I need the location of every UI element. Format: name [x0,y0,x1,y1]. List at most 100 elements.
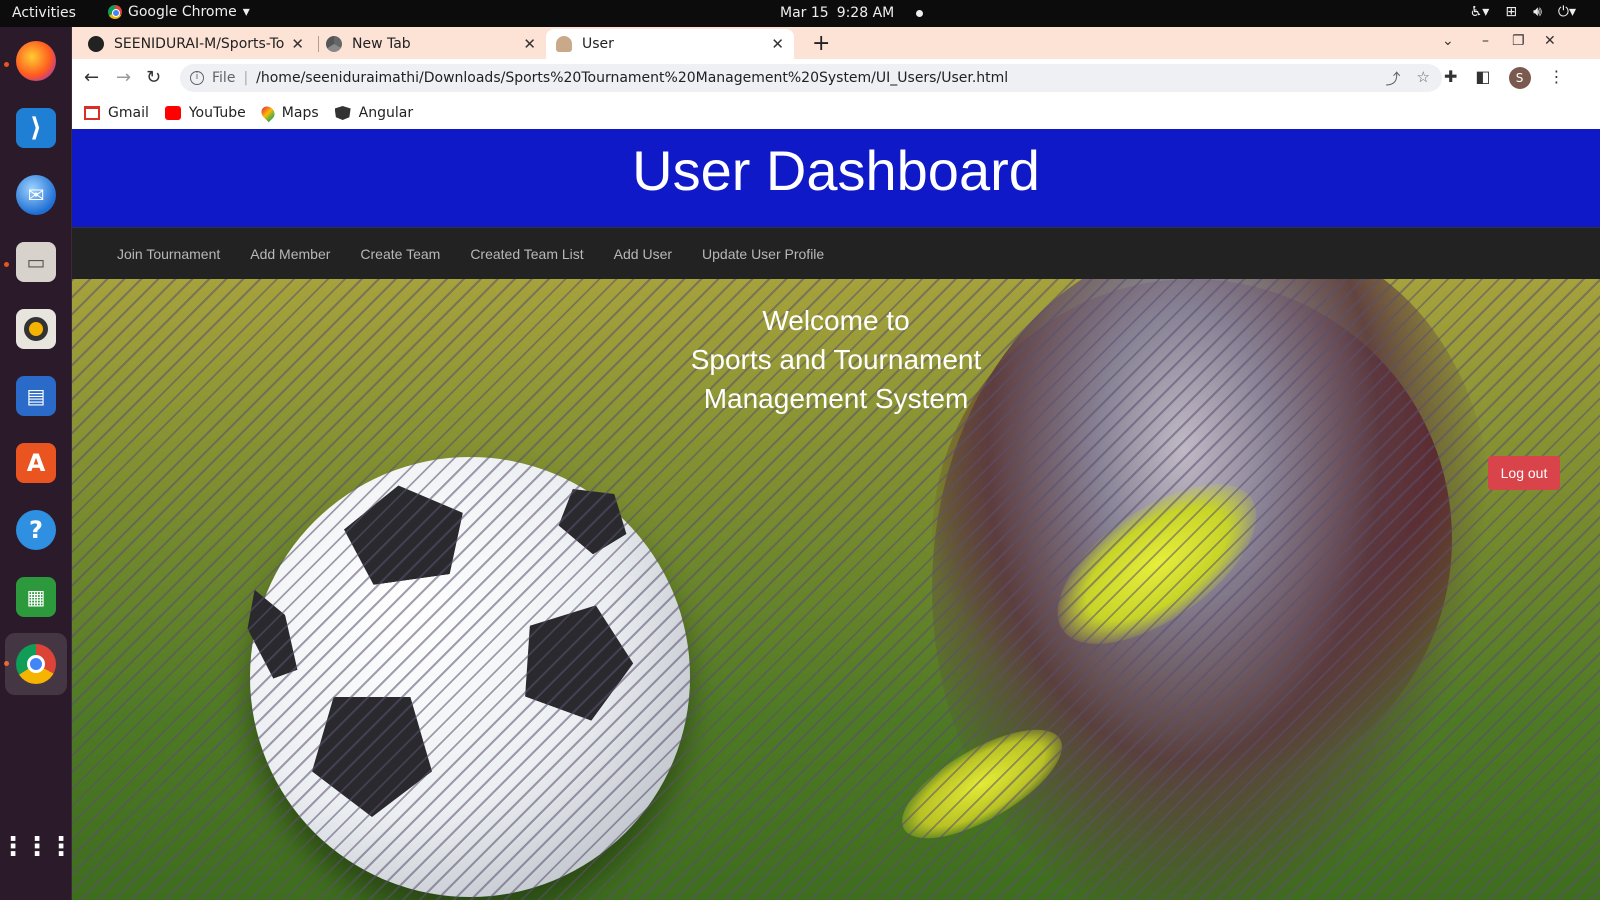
welcome-line: Sports and Tournament [690,344,982,375]
running-indicator-icon [4,62,9,67]
notification-dot-icon [916,10,924,17]
writer-launcher[interactable]: ▤ [12,372,60,420]
extensions-icon[interactable]: ✚ [1444,67,1457,89]
rhythmbox-launcher[interactable] [12,305,60,353]
welcome-line: Management System [703,383,969,414]
bookmark-label: Angular [358,105,414,121]
help-launcher[interactable]: ? [12,506,60,554]
tab-new-tab[interactable]: New Tab ✕ [316,29,546,59]
bookmark-youtube[interactable]: YouTube [164,105,246,121]
address-bar[interactable]: i File | /home/seeniduraimathi/Downloads… [180,64,1442,92]
activities-button[interactable]: Activities [12,5,76,21]
bookmark-gmail[interactable]: Gmail [84,105,149,121]
page-title: User Dashboard [632,139,1040,202]
nav-join-tournament[interactable]: Join Tournament [102,246,235,262]
app-name: Google Chrome [128,4,237,20]
gmail-icon [84,106,100,120]
youtube-icon [164,106,181,120]
angular-icon [334,106,351,120]
bookmark-angular[interactable]: Angular [334,105,414,121]
page-navbar: Join Tournament Add Member Create Team C… [72,227,1600,279]
bookmark-maps[interactable]: Maps [258,103,319,123]
software-store-icon: A [16,443,56,483]
new-tab-button[interactable]: + [812,31,830,56]
accessibility-icon[interactable]: ♿︎▾ [1470,4,1490,20]
welcome-line: Welcome to [762,305,910,336]
share-icon[interactable]: ⤴ [1386,68,1401,89]
vscode-launcher[interactable]: ⟩ [12,104,60,152]
thunderbird-icon: ✉ [16,175,56,215]
nav-created-team-list[interactable]: Created Team List [455,246,598,262]
tab-title: New Tab [352,36,411,52]
app-grid-icon: ⋮⋮⋮ [0,832,74,862]
bookmarks-bar: Gmail YouTube Maps Angular [72,97,1600,129]
welcome-text: Welcome to Sports and Tournament Managem… [72,301,1600,418]
chrome-icon [108,5,122,19]
url-scheme: File [212,70,236,86]
help-icon: ? [16,510,56,550]
github-icon [88,36,104,52]
vscode-icon: ⟩ [16,108,56,148]
reload-icon[interactable]: ↻ [146,67,161,88]
power-icon[interactable]: ⏻▾ [1558,4,1576,20]
nav-update-user-profile[interactable]: Update User Profile [687,246,839,262]
toolbar-actions: ✚ ◧ S ⋮ [1444,67,1565,89]
close-icon[interactable]: ✕ [771,35,784,53]
folder-icon: ▭ [16,242,56,282]
hero-background-image: Welcome to Sports and Tournament Managem… [72,279,1600,900]
restore-icon[interactable]: ❐ [1512,33,1525,49]
system-top-bar: Activities Google Chrome ▾ Mar 15 9:28 A… [0,0,1600,27]
user-icon [556,36,572,52]
chrome-icon [326,36,342,52]
files-launcher[interactable]: ▭ [12,238,60,286]
page-header: User Dashboard [72,129,1600,227]
dock: ⟩ ✉ ▭ ▤ A ? ▦ ⋮⋮⋮ [0,27,74,900]
menu-icon[interactable]: ⋮ [1549,67,1565,89]
firefox-launcher[interactable] [12,37,60,85]
omnibox-actions: ⤴ ☆ [1386,68,1430,89]
browser-window: SEENIDURAI-M/Sports-To ✕ New Tab ✕ User … [72,27,1600,900]
bookmark-star-icon[interactable]: ☆ [1417,68,1430,89]
avatar[interactable]: S [1508,67,1531,89]
close-window-icon[interactable]: ✕ [1544,33,1556,49]
tab-github[interactable]: SEENIDURAI-M/Sports-To ✕ [78,29,314,59]
tab-strip: SEENIDURAI-M/Sports-To ✕ New Tab ✕ User … [72,27,1600,59]
calc-launcher[interactable]: ▦ [12,573,60,621]
show-apps-button[interactable]: ⋮⋮⋮ [0,823,74,871]
software-launcher[interactable]: A [12,439,60,487]
minimize-icon[interactable]: – [1482,33,1489,49]
clock[interactable]: Mar 15 9:28 AM [780,5,924,21]
date-label: Mar 15 [780,5,829,21]
volume-icon[interactable]: 🔊︎ [1533,4,1542,20]
browser-toolbar: ← → ↻ i File | /home/seeniduraimathi/Dow… [72,59,1600,97]
running-indicator-icon [4,262,9,267]
time-label: 9:28 AM [836,5,895,21]
tab-title: User [582,36,614,52]
close-icon[interactable]: ✕ [291,35,304,53]
firefox-icon [16,41,56,81]
chevron-down-icon: ▾ [242,4,250,20]
chrome-launcher[interactable] [5,633,67,695]
url-text[interactable]: /home/seeniduraimathi/Downloads/Sports%2… [256,70,1008,86]
system-tray[interactable]: ♿︎▾ ⊞ 🔊︎ ⏻▾ [1470,4,1576,20]
nav-add-user[interactable]: Add User [599,246,687,262]
nav-add-member[interactable]: Add Member [235,246,345,262]
rhythmbox-icon [16,309,56,349]
chrome-icon [16,644,56,684]
logout-button[interactable]: Log out [1488,456,1560,490]
bookmark-label: Maps [281,105,319,121]
forward-icon[interactable]: → [116,67,131,88]
close-icon[interactable]: ✕ [523,35,536,53]
nav-create-team[interactable]: Create Team [345,246,455,262]
bookmark-label: Gmail [108,105,149,121]
network-icon[interactable]: ⊞ [1505,4,1517,20]
tab-user[interactable]: User ✕ [546,29,794,59]
info-icon[interactable]: i [190,71,204,85]
app-menu[interactable]: Google Chrome ▾ [108,4,250,20]
tab-search-icon[interactable]: ⌄ [1442,33,1454,49]
side-panel-icon[interactable]: ◧ [1475,67,1490,89]
writer-icon: ▤ [16,376,56,416]
tab-title: SEENIDURAI-M/Sports-To [114,36,285,52]
back-icon[interactable]: ← [84,67,99,88]
thunderbird-launcher[interactable]: ✉ [12,171,60,219]
